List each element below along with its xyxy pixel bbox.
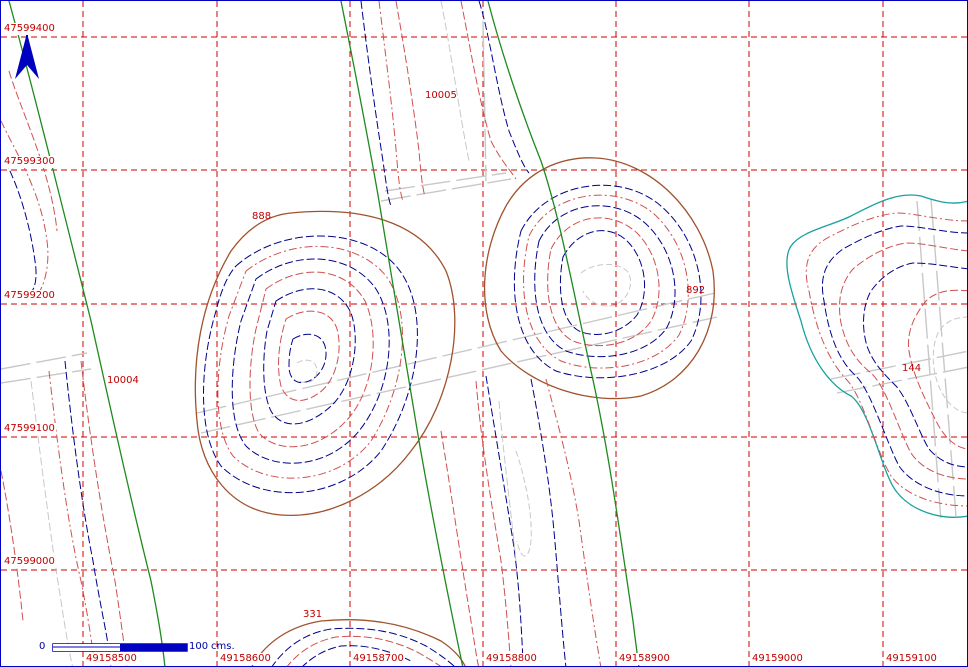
north-arrow-icon xyxy=(15,33,39,79)
grid-label-x: 49158800 xyxy=(485,653,538,665)
parcel-label[interactable]: 331 xyxy=(303,609,322,621)
grid-label-x: 49158900 xyxy=(618,653,671,665)
grid-label-y: 47599300 xyxy=(3,156,56,168)
grid-label-x: 49158700 xyxy=(352,653,405,665)
track-lines xyxy=(1,20,967,522)
grid-label-x: 49158500 xyxy=(85,653,138,665)
grid-label-x: 49159100 xyxy=(885,653,938,665)
scale-end-label: 100 xyxy=(189,641,209,652)
parcel-label[interactable]: 10005 xyxy=(425,90,457,102)
parcel-label[interactable]: 144 xyxy=(902,363,921,375)
grid-label-y: 47599200 xyxy=(3,290,56,302)
scale-unit-label: cms. xyxy=(211,641,235,652)
hill-888 xyxy=(194,210,456,517)
parcel-label[interactable]: 10004 xyxy=(107,375,139,387)
map-layer xyxy=(1,1,967,666)
grid-label-y: 47599000 xyxy=(3,556,56,568)
parcel-label[interactable]: 888 xyxy=(252,211,271,223)
grid-label-y: 47599100 xyxy=(3,423,56,435)
grid-label-x: 49159000 xyxy=(751,653,804,665)
contours-upper-middle xyxy=(360,1,530,207)
map-canvas[interactable]: 47599400 47599300 47599200 47599100 4759… xyxy=(0,0,968,667)
scale-bar-graphic xyxy=(52,643,188,652)
contours-lower-middle xyxy=(440,375,602,666)
hill-892 xyxy=(483,157,715,400)
grid-label-y: 47599400 xyxy=(3,23,56,35)
road-lines xyxy=(8,1,640,666)
parcel-label[interactable]: 892 xyxy=(686,285,705,297)
grid-label-x: 49158600 xyxy=(219,653,272,665)
scale-start-label: 0 xyxy=(39,641,46,652)
